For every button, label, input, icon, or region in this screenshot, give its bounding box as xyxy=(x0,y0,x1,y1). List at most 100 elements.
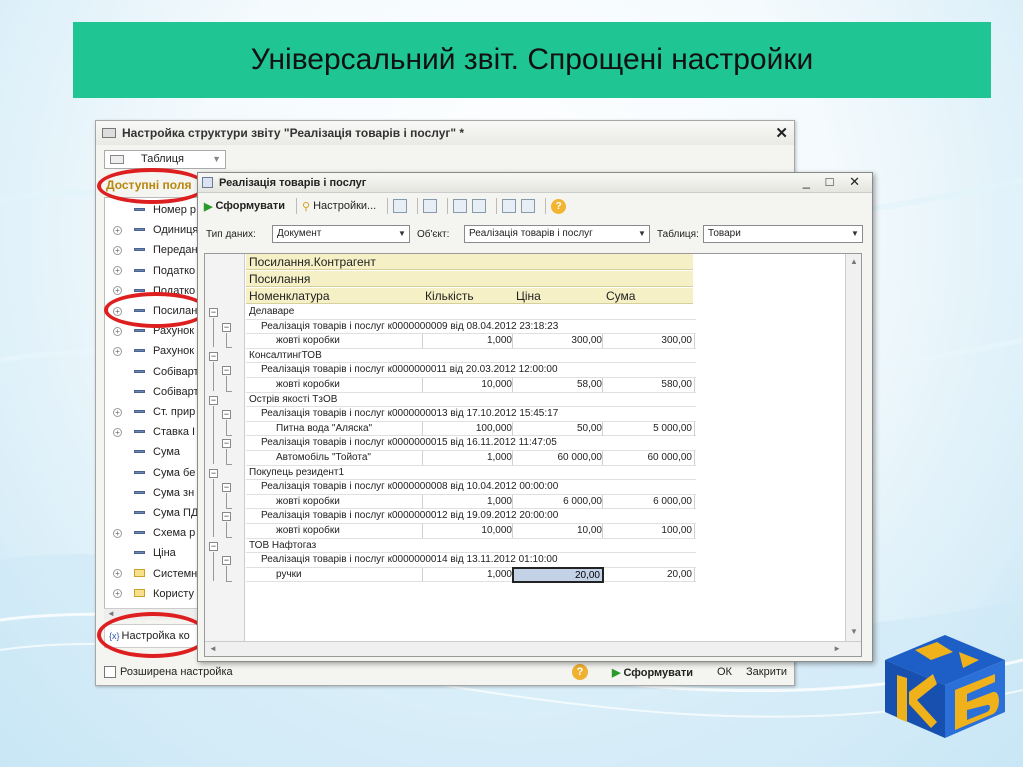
table-row[interactable]: жовті коробки 10,000 58,00 580,00 xyxy=(246,378,696,393)
table-row[interactable]: Острів якості ТзОВ xyxy=(246,393,696,408)
help-icon[interactable]: ? xyxy=(572,664,588,680)
tree-item-label: Сума бе xyxy=(153,466,196,479)
expand-icon[interactable]: + xyxy=(113,589,122,599)
expand-icon[interactable]: + xyxy=(113,286,122,296)
data-type-select[interactable]: Документ ▼ xyxy=(272,225,410,243)
collapse-icon[interactable]: − xyxy=(209,308,218,317)
table-row[interactable]: Реалізація товарів і послуг к0000000012 … xyxy=(246,509,696,524)
cell-divider xyxy=(422,451,423,465)
cell-divider xyxy=(694,451,695,465)
tree-item[interactable]: + Системн xyxy=(105,564,205,584)
collapse-icon[interactable]: − xyxy=(222,439,231,449)
table-row[interactable]: Реалізація товарів і послуг к0000000015 … xyxy=(246,436,696,451)
scroll-right-icon[interactable]: ► xyxy=(833,644,841,653)
tree-item[interactable]: Ціна xyxy=(105,543,205,563)
save-icon[interactable] xyxy=(453,199,468,213)
settings-button[interactable]: ⚲ Настройки... xyxy=(302,200,376,213)
scroll-left-icon[interactable]: ◄ xyxy=(209,644,217,653)
table-row[interactable]: Реалізація товарів і послуг к0000000009 … xyxy=(246,320,696,335)
tree-item[interactable]: Сума ПД xyxy=(105,503,205,523)
selected-cell[interactable]: 20,00 xyxy=(512,566,604,583)
field-icon xyxy=(134,349,145,353)
table-view-icon[interactable] xyxy=(472,199,487,213)
fields-tree[interactable]: Номер р + Одиниця + Передан + Податко + Податко +… xyxy=(104,197,206,617)
collapse-icon[interactable] xyxy=(521,199,536,213)
tree-item[interactable]: + Ставка I xyxy=(105,422,205,442)
table-row[interactable]: жовті коробки 1,000 6 000,00 6 000,00 xyxy=(246,494,696,510)
tree-item[interactable]: Собіварт xyxy=(105,382,205,402)
cell-sum: 100,00 xyxy=(661,525,692,536)
tree-item[interactable]: Собіварт xyxy=(105,362,205,382)
expand-icon[interactable]: + xyxy=(113,427,122,437)
tree-item[interactable]: Сума бе xyxy=(105,463,205,483)
collapse-icon[interactable]: − xyxy=(222,512,231,522)
grid-vertical-scrollbar[interactable]: ▲ ▼ xyxy=(845,254,861,656)
outline-line xyxy=(226,464,232,465)
collapse-icon[interactable]: − xyxy=(222,410,231,420)
tree-item[interactable]: + Користу xyxy=(105,584,205,604)
tree-item[interactable]: + Схема р xyxy=(105,523,205,543)
collapse-icon[interactable]: − xyxy=(209,468,218,478)
table-row[interactable]: ручки 1,000 20,00 20,00 xyxy=(246,567,696,583)
view-mode-select[interactable]: Таблиця ▼ xyxy=(104,150,226,169)
table-row[interactable]: жовті коробки 10,000 10,00 100,00 xyxy=(246,524,696,539)
table-row[interactable]: Автомобіль "Тойота" 1,000 60 000,00 60 000,… xyxy=(246,451,696,466)
tree-item[interactable]: + Рахунок xyxy=(105,341,205,361)
table-select[interactable]: Товари ▼ xyxy=(703,225,863,243)
table-row[interactable]: Покупець резидент1 xyxy=(246,466,696,481)
expand-icon[interactable]: + xyxy=(113,569,122,579)
document-icon[interactable] xyxy=(423,199,438,213)
tree-item[interactable]: + Ст. прир xyxy=(105,402,205,422)
expand-icon[interactable]: + xyxy=(113,407,122,417)
table-row[interactable]: Реалізація товарів і послуг к0000000013 … xyxy=(246,407,696,422)
table-row[interactable]: жовті коробки 1,000 300,00 300,00 xyxy=(246,334,696,349)
tree-item[interactable]: + Передан xyxy=(105,240,205,260)
close-icon[interactable]: ✕ xyxy=(775,124,788,142)
scroll-down-icon[interactable]: ▼ xyxy=(850,627,858,636)
cell-divider xyxy=(694,378,695,392)
close-button[interactable]: Закрити xyxy=(746,666,787,678)
collapse-icon[interactable]: − xyxy=(222,366,231,376)
collapse-icon[interactable]: − xyxy=(209,541,218,551)
expand-icon[interactable] xyxy=(502,199,517,213)
report-grid[interactable]: − − − − − − − − − − − − Посилання.Контрагент Посила… xyxy=(204,253,862,657)
tree-item[interactable]: + Одиниця xyxy=(105,220,205,240)
object-select[interactable]: Реалізація товарів і послуг ▼ xyxy=(464,225,650,243)
print-icon[interactable] xyxy=(393,199,408,213)
cell-price: 10,00 xyxy=(576,525,602,536)
table-row[interactable]: Делаваре xyxy=(246,305,696,320)
selected-cell-value: 20,00 xyxy=(574,569,600,581)
table-row[interactable]: Реалізація товарів і послуг к0000000014 … xyxy=(246,553,696,568)
table-row[interactable]: Реалізація товарів і послуг к0000000008 … xyxy=(246,480,696,495)
window-controls[interactable]: _ □ ✕ xyxy=(803,174,866,190)
extended-settings-checkbox[interactable] xyxy=(104,666,116,678)
table-row[interactable]: Реалізація товарів і послуг к0000000011 … xyxy=(246,363,696,378)
collapse-icon[interactable]: − xyxy=(222,483,231,493)
collapse-icon[interactable]: − xyxy=(209,351,218,361)
grid-horizontal-scrollbar[interactable]: ◄ ► xyxy=(205,641,861,656)
scroll-up-icon[interactable]: ▲ xyxy=(850,257,858,266)
generate-button[interactable]: ▶ Сформувати xyxy=(612,666,693,679)
expand-icon[interactable]: + xyxy=(113,326,122,336)
collapse-icon[interactable]: − xyxy=(222,322,231,332)
header-counterparty: Посилання.Контрагент xyxy=(249,255,376,269)
collapse-icon[interactable]: − xyxy=(222,556,231,566)
tree-item[interactable]: Сума xyxy=(105,442,205,462)
generate-button[interactable]: ▶ Сформувати xyxy=(204,200,285,213)
tree-item[interactable]: Сума зн xyxy=(105,483,205,503)
ok-button[interactable]: ОК xyxy=(717,666,732,678)
outline-line xyxy=(226,420,227,435)
expand-icon[interactable]: + xyxy=(113,245,122,255)
collapse-icon[interactable]: − xyxy=(209,395,218,405)
tree-item[interactable]: + Податко xyxy=(105,261,205,281)
expand-icon[interactable]: + xyxy=(113,346,122,356)
table-row[interactable]: КонсалтингТОВ xyxy=(246,349,696,364)
window-icon xyxy=(102,128,116,138)
expand-icon[interactable]: + xyxy=(113,266,122,276)
scroll-left-icon[interactable]: ◄ xyxy=(107,609,115,618)
table-row[interactable]: ТОВ Нафтогаз xyxy=(246,539,696,554)
help-icon[interactable]: ? xyxy=(551,198,567,214)
expand-icon[interactable]: + xyxy=(113,528,122,538)
expand-icon[interactable]: + xyxy=(113,225,122,235)
table-row[interactable]: Питна вода "Аляска" 100,000 50,00 5 000,00 xyxy=(246,421,696,437)
